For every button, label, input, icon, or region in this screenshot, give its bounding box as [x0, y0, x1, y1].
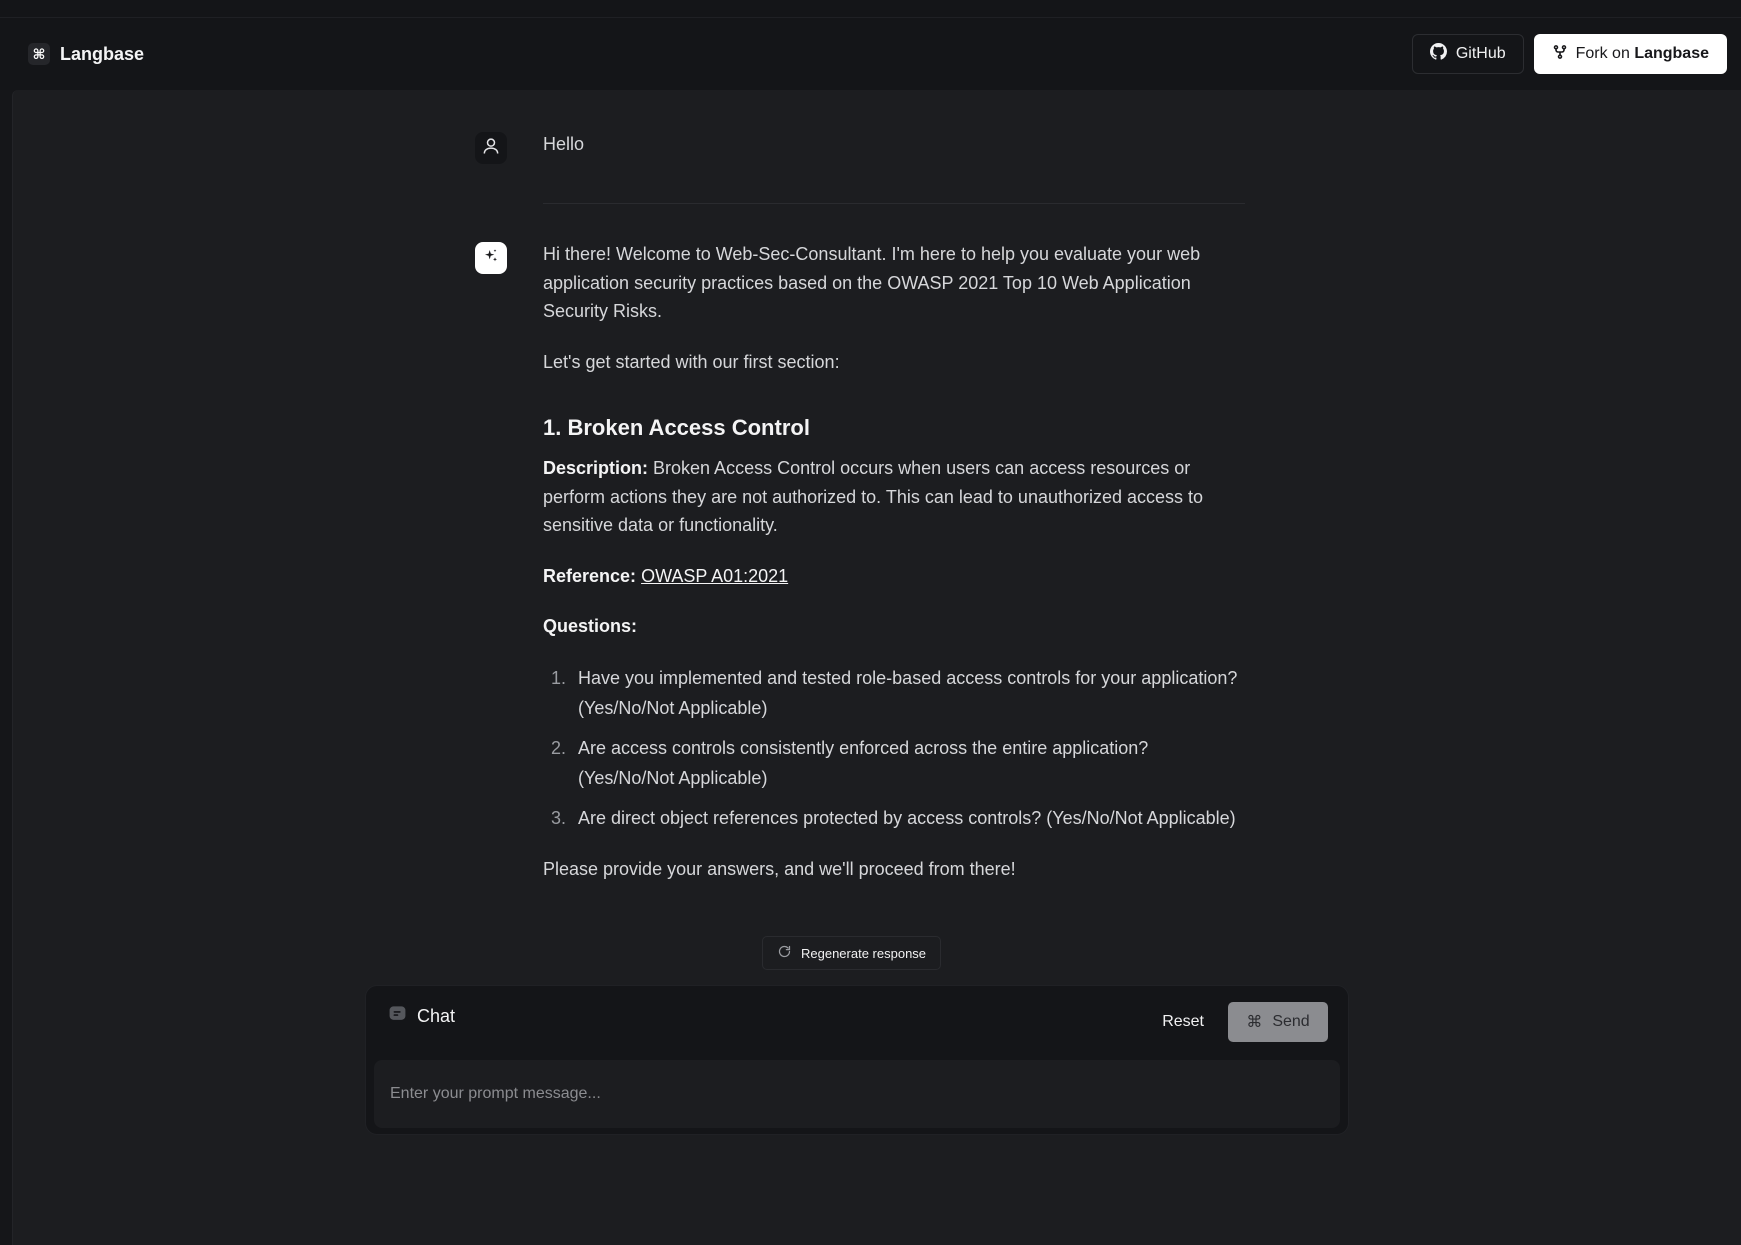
user-icon [481, 136, 501, 161]
send-label: Send [1272, 1013, 1310, 1030]
reset-button[interactable]: Reset [1156, 1013, 1210, 1031]
github-icon [1429, 43, 1447, 65]
command-icon: ⌘ [1246, 1014, 1263, 1031]
description-paragraph: Description: Broken Access Control occur… [543, 454, 1245, 540]
window-top-edge [0, 0, 1741, 18]
command-icon: ⌘ [28, 43, 50, 65]
fork-brand: Langbase [1634, 45, 1709, 62]
top-header: ⌘ Langbase GitHub Fork on Langbase [0, 18, 1741, 90]
message-divider [543, 203, 1245, 204]
chat-header: Chat [388, 1004, 455, 1028]
refresh-icon [777, 944, 792, 962]
regenerate-label: Regenerate response [801, 945, 927, 961]
github-label: GitHub [1455, 45, 1506, 62]
prompt-input[interactable] [390, 1085, 1340, 1103]
git-fork-icon [1552, 44, 1568, 65]
fork-button[interactable]: Fork on Langbase [1533, 34, 1727, 74]
list-item: 2. Are access controls consistently enfor… [543, 733, 1245, 793]
question-text: Are access controls consistently enforce… [578, 737, 1149, 788]
sparkles-icon [483, 248, 499, 269]
list-number: 3. [550, 807, 566, 828]
description-label: Description: [543, 458, 649, 478]
brand[interactable]: ⌘ Langbase [28, 43, 144, 65]
questions-heading: Questions: [543, 612, 1245, 641]
github-button[interactable]: GitHub [1411, 34, 1524, 74]
list-number: 2. [550, 737, 566, 758]
list-item: 1. Have you implemented and tested role-b… [543, 663, 1245, 723]
chat-title: Chat [417, 1005, 456, 1026]
assistant-closing: Please provide your answers, and we'll p… [543, 858, 1016, 879]
header-actions: GitHub Fork on Langbase [1411, 34, 1727, 74]
fork-label: Fork on Langbase [1576, 45, 1709, 63]
user-message: Hello [543, 134, 585, 154]
question-text: Are direct object references protected b… [578, 807, 1236, 828]
question-list: 1. Have you implemented and tested role-b… [543, 663, 1245, 833]
reference-link[interactable]: OWASP A01:2021 [641, 566, 788, 586]
fork-prefix: Fork on [1575, 45, 1630, 62]
questions-label: Questions: [543, 616, 638, 636]
prompt-input-container [374, 1060, 1340, 1128]
reference-label: Reference: [543, 565, 637, 586]
assistant-message: Hi there! Welcome to Web-Sec-Consultant.… [543, 240, 1245, 905]
reference-paragraph: Reference: OWASP A01:2021 [543, 562, 1245, 591]
assistant-avatar [475, 242, 507, 274]
chat-panel: Chat Reset ⌘ Send [365, 985, 1349, 1135]
list-item: 3. Are direct object references protected… [543, 803, 1245, 833]
assistant-intro: Hi there! Welcome to Web-Sec-Consultant.… [543, 244, 1201, 321]
chat-actions: Reset ⌘ Send [1156, 1002, 1328, 1042]
message-icon [388, 1004, 407, 1028]
user-avatar [475, 132, 507, 164]
list-number: 1. [550, 667, 566, 688]
question-text: Have you implemented and tested role-bas… [578, 667, 1238, 718]
assistant-lead: Let's get started with our first section… [543, 351, 840, 372]
brand-name: Langbase [60, 43, 145, 64]
regenerate-button[interactable]: Regenerate response [762, 936, 942, 970]
send-button[interactable]: ⌘ Send [1228, 1002, 1328, 1042]
section-title: 1. Broken Access Control [543, 415, 810, 440]
